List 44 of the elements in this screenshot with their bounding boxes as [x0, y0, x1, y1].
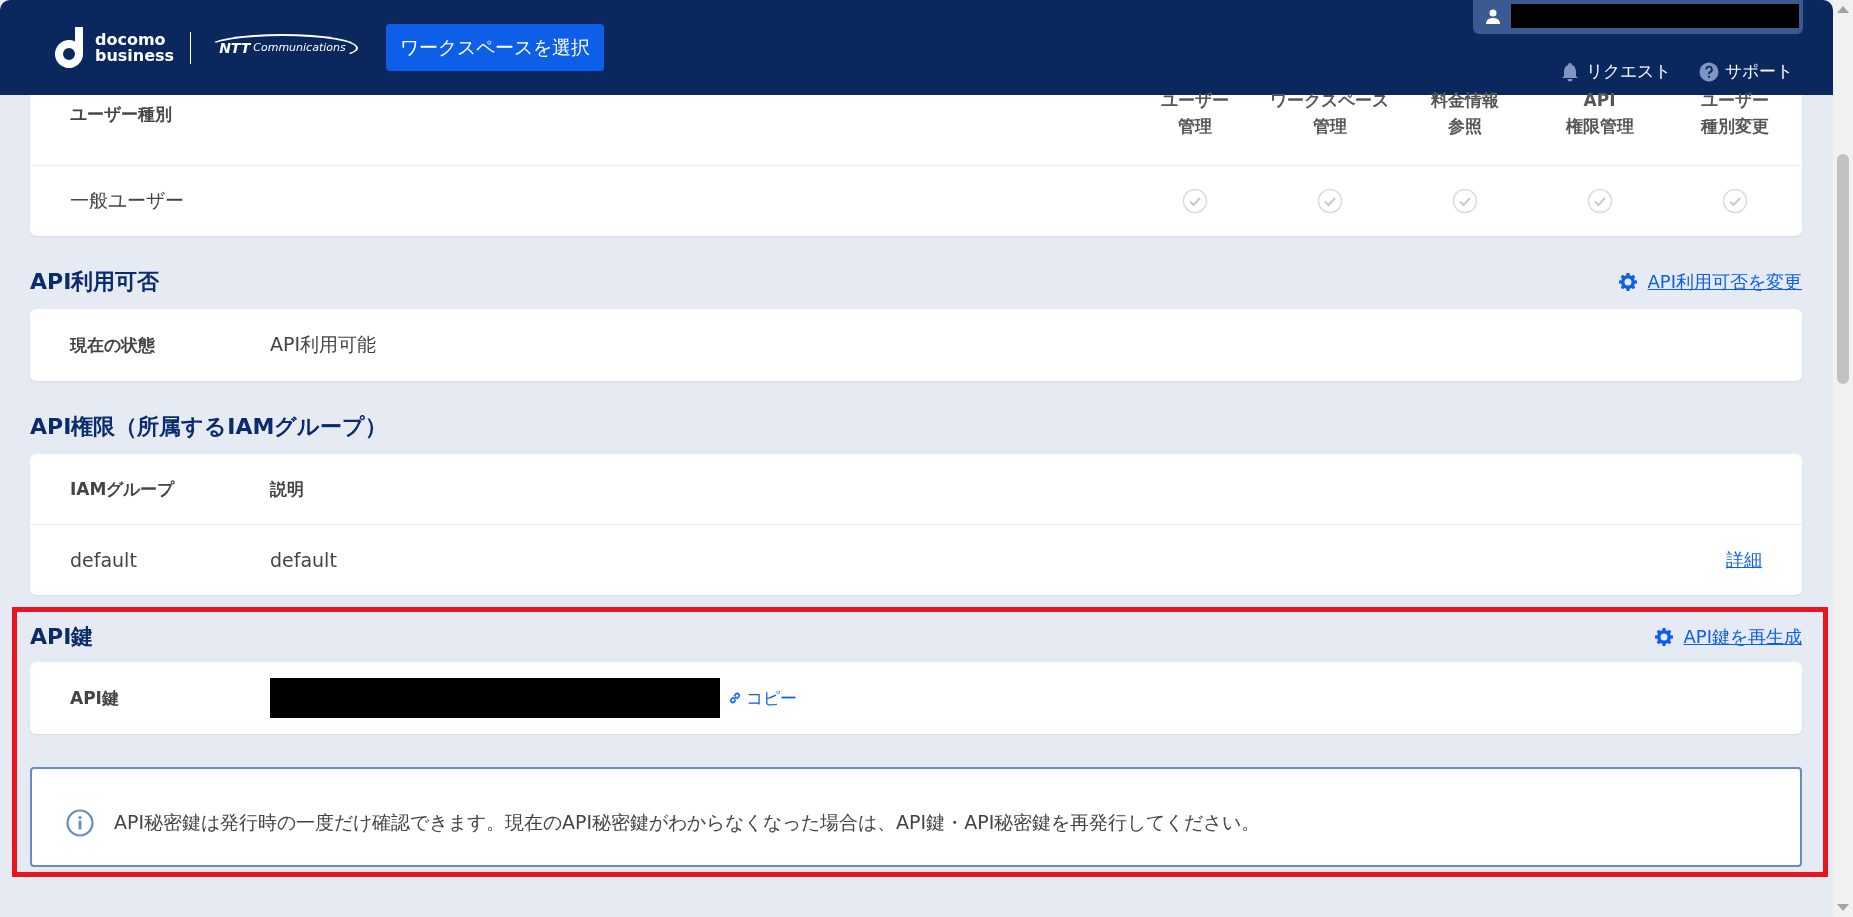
- logo-text: business: [95, 47, 175, 64]
- field-label: 現在の状態: [70, 333, 156, 357]
- table-cell-text: default: [270, 549, 338, 571]
- user-icon: [1485, 8, 1501, 24]
- column-header: ユーザー種別: [70, 103, 173, 126]
- section-title: API鍵: [30, 623, 94, 651]
- logo-text: Communications: [253, 41, 346, 54]
- column-header: 種別変更: [1700, 115, 1769, 138]
- column-header: 管理: [1177, 115, 1212, 138]
- scrollbar[interactable]: [1833, 0, 1853, 917]
- column-header: ユーザー: [1160, 89, 1229, 112]
- help-icon: [1699, 61, 1719, 82]
- column-header: 説明: [270, 477, 305, 501]
- nav-link[interactable]: サポート: [1699, 60, 1793, 83]
- nav-link[interactable]: リクエスト: [1560, 60, 1671, 83]
- settings-link[interactable]: API鍵を再生成: [1653, 625, 1802, 649]
- logo-text: docomo: [95, 31, 167, 48]
- column-header: 料金情報: [1430, 89, 1499, 112]
- table-cell-text: 一般ユーザー: [70, 188, 185, 213]
- link-icon: [728, 691, 742, 705]
- column-header: 管理: [1312, 115, 1347, 138]
- section-title: API利用可否: [30, 267, 160, 296]
- section-title: API権限（所属するIAMグループ）: [30, 412, 388, 441]
- d-logo-icon: [55, 26, 85, 69]
- column-header: ワークスペース: [1270, 89, 1389, 112]
- settings-link[interactable]: API利用可否を変更: [1617, 269, 1802, 294]
- column-header: 参照: [1447, 115, 1482, 138]
- copy-link[interactable]: コピー: [728, 686, 797, 710]
- bell-icon: [1560, 61, 1580, 82]
- logo-mark-text: NTT: [219, 39, 251, 56]
- notice-text: API秘密鍵は発行時の一度だけ確認できます。現在のAPI秘密鍵がわからなくなった場合は、API鍵・API秘密鍵を再発行してください。: [114, 810, 1261, 835]
- field-value: API利用可能: [270, 332, 377, 357]
- info-icon: [66, 809, 94, 837]
- column-header: 権限管理: [1565, 115, 1634, 138]
- table-cell-text: default: [70, 549, 138, 571]
- details-link[interactable]: 詳細: [1726, 548, 1762, 572]
- field-label: API鍵: [70, 686, 120, 710]
- workspace-select-button[interactable]: ワークスペースを選択: [385, 24, 604, 71]
- user-menu[interactable]: [1473, 0, 1803, 34]
- gear-icon: [1617, 271, 1638, 292]
- column-header: API: [1583, 89, 1616, 112]
- column-header: IAMグループ: [70, 477, 176, 501]
- gear-icon: [1653, 627, 1674, 647]
- column-header: ユーザー: [1700, 89, 1769, 112]
